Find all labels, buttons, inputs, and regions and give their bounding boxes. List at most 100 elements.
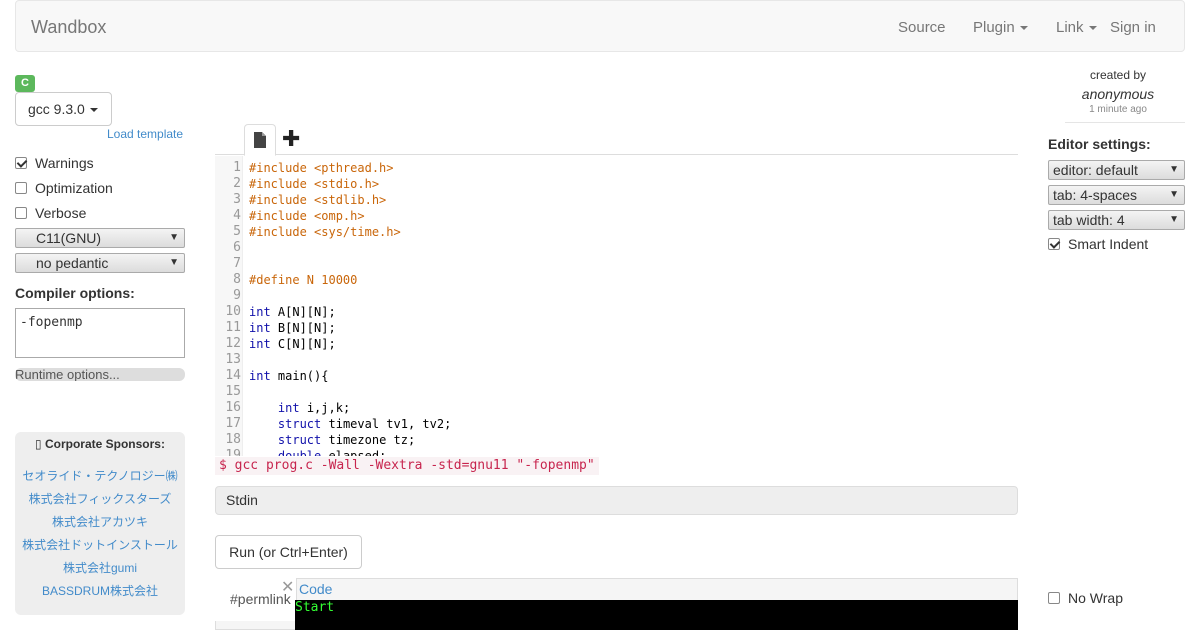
close-icon[interactable]: ✕ (281, 580, 294, 596)
code-line: int C[N][N]; (249, 336, 336, 352)
sponsors-title-text: Corporate Sponsors: (44, 437, 165, 451)
add-file-button[interactable]: ✚ (282, 126, 300, 152)
language-badge: C (15, 75, 35, 92)
code-token: struct (277, 433, 322, 447)
nav-source-link[interactable]: Source (898, 19, 946, 36)
code-line: #include <sys/time.h> (249, 224, 401, 240)
line-number: 8 (233, 272, 241, 287)
code-token: B[N][N]; (270, 321, 336, 335)
compiler-label: gcc 9.3.0 (28, 101, 85, 117)
sponsors-title: ▯ Corporate Sponsors: (15, 437, 185, 451)
optimization-checkbox[interactable] (15, 182, 27, 194)
c-standard-value: C11(GNU) (36, 230, 102, 246)
code-line: int main(){ (249, 368, 328, 384)
file-tab[interactable] (244, 124, 276, 156)
sign-in-link[interactable]: Sign in (1110, 19, 1156, 36)
tab-width-select[interactable]: tab width: 4 ▼ (1048, 210, 1185, 230)
chevron-down-icon (1019, 26, 1028, 31)
compiler-select-button[interactable]: gcc 9.3.0 (15, 92, 112, 126)
code-token: int (249, 337, 271, 351)
code-tab-link[interactable]: Code (299, 581, 332, 597)
command-line-display: $ gcc prog.c -Wall -Wextra -std=gnu11 "-… (215, 457, 599, 475)
compiler-options-label: Compiler options: (15, 285, 135, 301)
no-wrap-row[interactable]: No Wrap (1048, 588, 1123, 608)
tab-mode-select[interactable]: tab: 4-spaces ▼ (1048, 185, 1185, 205)
run-button[interactable]: Run (or Ctrl+Enter) (215, 535, 362, 569)
code-line: struct timeval tv1, tv2; (249, 416, 451, 432)
warnings-checkbox[interactable] (15, 157, 27, 169)
editor-mode-select[interactable]: editor: default ▼ (1048, 160, 1185, 180)
sponsor-link[interactable]: 株式会社ドットインストール (15, 536, 185, 553)
code-token: struct (277, 417, 322, 431)
load-template-link[interactable]: Load template (107, 127, 183, 141)
nav-plugin-dropdown[interactable]: Plugin (973, 19, 1028, 36)
compiler-options-textarea[interactable]: -fopenmp (15, 308, 185, 358)
optimization-checkbox-row[interactable]: Optimization (15, 178, 113, 198)
brand-logo[interactable]: Wandbox (31, 17, 106, 38)
verbose-checkbox-row[interactable]: Verbose (15, 203, 86, 223)
line-number: 3 (233, 192, 241, 207)
code-token: #include <sys/time.h> (249, 225, 401, 239)
tab-mode-value: tab: 4-spaces (1053, 187, 1138, 203)
top-navbar: Wandbox Source Plugin Link Sign in (15, 0, 1185, 52)
line-number: 10 (225, 304, 241, 319)
code-token: timezone tz; (321, 433, 416, 447)
code-token: int (277, 401, 300, 415)
code-line: #include <stdio.h> (249, 176, 379, 192)
nav-plugin-label: Plugin (973, 19, 1015, 36)
sponsor-link[interactable]: セオライド・テクノロジー㈱ (15, 467, 185, 484)
code-token: C[N][N]; (270, 337, 336, 351)
nav-link-dropdown[interactable]: Link (1056, 19, 1097, 36)
dropdown-arrow-icon: ▼ (1169, 189, 1179, 200)
line-number: 11 (225, 320, 241, 335)
sponsors-panel: ▯ Corporate Sponsors: セオライド・テクノロジー㈱ 株式会社… (15, 432, 185, 615)
code-line: #include <pthread.h> (249, 160, 394, 176)
pedantic-value: no pedantic (36, 255, 109, 271)
created-time: 1 minute ago (1089, 104, 1147, 115)
chevron-down-icon (1088, 26, 1097, 31)
smart-indent-row[interactable]: Smart Indent (1048, 234, 1148, 254)
runtime-options-toggle[interactable]: Runtime options... (15, 368, 185, 381)
code-line: #include <omp.h> (249, 208, 365, 224)
sponsor-link[interactable]: 株式会社gumi (15, 559, 185, 576)
code-line: int A[N][N]; (249, 304, 336, 320)
c-standard-select[interactable]: C11(GNU) ▼ (15, 228, 185, 248)
sponsor-link[interactable]: 株式会社アカツキ (15, 513, 185, 530)
line-number: 15 (225, 384, 241, 399)
line-number: 4 (233, 208, 241, 223)
code-editor[interactable]: 1 2 3 4 5 6 7 8 9 10 11 12 13 14 15 16 17 18 19 #include <p… (215, 156, 1018, 456)
no-wrap-label: No Wrap (1068, 590, 1123, 606)
line-number: 18 (225, 432, 241, 447)
author-name[interactable]: anonymous (1048, 86, 1188, 102)
editor-tabs-bar (215, 124, 1018, 155)
line-number: 6 (233, 240, 241, 255)
editor-settings-title: Editor settings: (1048, 136, 1151, 152)
tab-width-value: tab width: 4 (1053, 212, 1125, 228)
line-number: 14 (225, 368, 241, 383)
runtime-options-label: Runtime options... (15, 368, 120, 381)
line-number: 17 (225, 416, 241, 431)
editor-mode-value: editor: default (1053, 162, 1138, 178)
pedantic-select[interactable]: no pedantic ▼ (15, 253, 185, 273)
sponsor-link[interactable]: 株式会社フィックスターズ (15, 490, 185, 507)
verbose-checkbox[interactable] (15, 207, 27, 219)
line-number: 1 (233, 160, 241, 175)
line-number: 12 (225, 336, 241, 351)
dropdown-arrow-icon: ▼ (169, 257, 179, 268)
code-line: #include <stdlib.h> (249, 192, 386, 208)
nav-link-label: Link (1056, 19, 1084, 36)
sponsor-link[interactable]: BASSDRUM株式会社 (15, 582, 185, 599)
code-line: int i,j,k; (249, 400, 350, 416)
stdin-toggle[interactable]: Stdin (215, 486, 1018, 515)
code-token: A[N][N]; (270, 305, 336, 319)
code-token: int (249, 305, 271, 319)
warnings-checkbox-row[interactable]: Warnings (15, 153, 94, 173)
no-wrap-checkbox[interactable] (1048, 592, 1060, 604)
smart-indent-checkbox[interactable] (1048, 238, 1060, 250)
code-line: #define N 10000 (249, 272, 357, 288)
dropdown-arrow-icon: ▼ (1169, 214, 1179, 225)
code-token: main(){ (270, 369, 329, 383)
